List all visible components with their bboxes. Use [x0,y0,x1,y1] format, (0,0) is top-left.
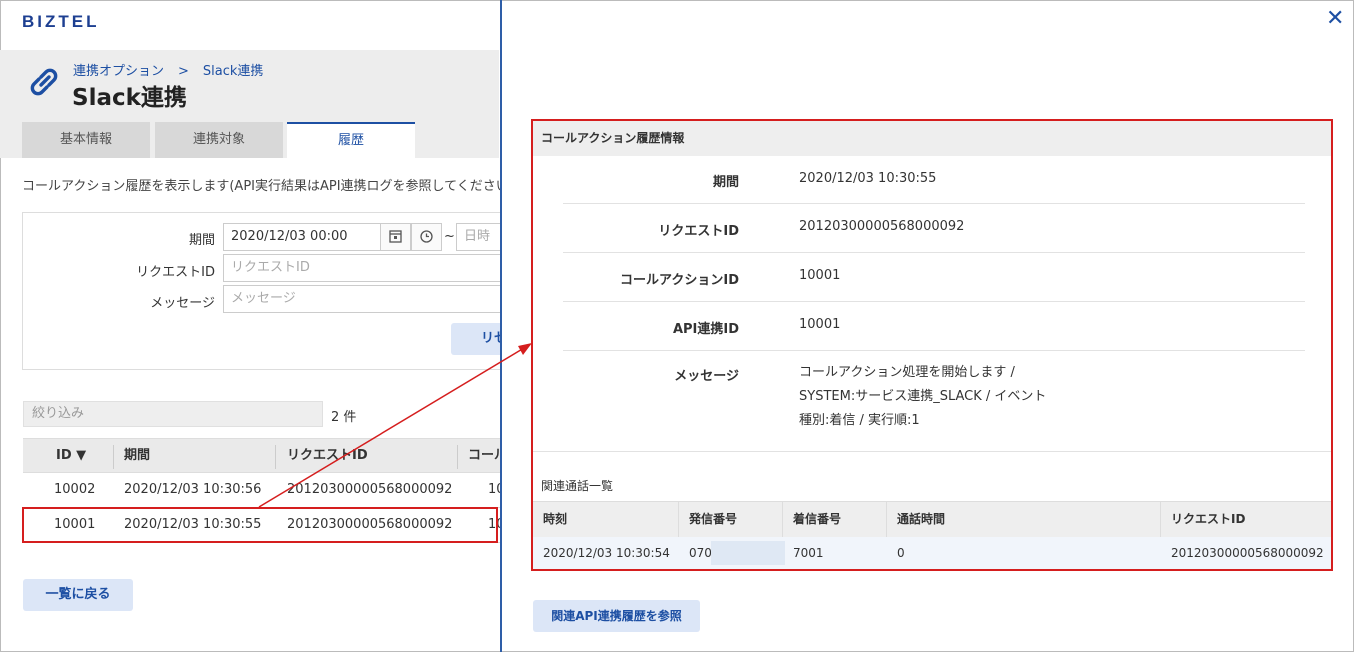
detail-row-api-id: API連携ID 10001 [563,302,1305,351]
column-divider [782,502,783,538]
detail-section-title: コールアクション履歴情報 [533,121,1331,156]
detail-value: 10001 [799,268,841,283]
calendar-button[interactable] [380,223,411,251]
table-header-row: ID ▼ 期間 リクエストID コール [23,438,513,473]
detail-row-message: メッセージ コールアクション処理を開始します / SYSTEM:サービス連携_S… [563,351,1305,451]
cell-duration: 0 [897,546,905,560]
detail-card: コールアクション履歴情報 期間 2020/12/03 10:30:55 リクエス… [531,119,1333,571]
narrow-filter-input[interactable]: 絞り込み [23,401,323,427]
column-divider [275,445,276,469]
back-to-list-button[interactable]: 一覧に戻る [23,579,133,611]
close-icon[interactable]: ✕ [1326,6,1344,31]
column-divider [1160,502,1161,538]
related-table-header: 時刻 発信番号 着信番号 通話時間 リクエストID [533,501,1331,538]
related-calls-title: 関連通話一覧 [541,479,614,493]
column-divider [678,502,679,538]
detail-key: リクエストID [658,224,739,239]
page-title: Slack連携 [72,85,187,111]
message-input[interactable]: メッセージ [223,285,513,313]
message-line: コールアクション処理を開始します / [799,365,1015,380]
detail-key: 期間 [712,175,739,190]
table-row[interactable]: 10002 2020/12/03 10:30:56 20120300000568… [23,473,513,508]
selected-row-highlight [22,507,498,543]
detail-key: コールアクションID [620,273,739,288]
column-header-time: 時刻 [543,512,568,526]
view-api-history-button[interactable]: 関連API連携履歴を参照 [533,600,700,632]
period-from-input[interactable]: 2020/12/03 00:00 [223,223,381,251]
column-header-id[interactable]: ID ▼ [56,439,86,473]
link-icon [30,68,58,96]
breadcrumb-link-options[interactable]: 連携オプション [73,64,164,79]
cell-callee: 7001 [793,546,824,560]
column-header-callee: 着信番号 [793,512,842,526]
detail-key: API連携ID [672,322,739,337]
message-line: 種別:着信 / 実行順:1 [799,413,920,428]
detail-value: 10001 [799,317,841,332]
related-table-row[interactable]: 2020/12/03 10:30:54 070 7001 0 201203000… [533,537,1331,569]
detail-row-call-action-id: コールアクションID 10001 [563,253,1305,302]
detail-key: メッセージ [674,369,739,384]
tab-history[interactable]: 履歴 [287,122,415,158]
breadcrumb-separator: > [178,64,189,79]
cell-id: 10002 [54,482,96,497]
detail-value: 20120300000568000092 [799,219,965,234]
detail-row-request-id: リクエストID 20120300000568000092 [563,204,1305,253]
redacted-number [711,541,785,565]
detail-value: 2020/12/03 10:30:55 [799,171,937,186]
period-tilde: ~ [444,229,455,244]
section-divider [533,451,1331,452]
column-divider [457,445,458,469]
breadcrumb: 連携オプション > Slack連携 [73,60,277,79]
cell-request-id: 20120300000568000092 [1171,546,1324,560]
column-divider [886,502,887,538]
detail-value: コールアクション処理を開始します / SYSTEM:サービス連携_SLACK /… [799,361,1046,433]
history-description: コールアクション履歴を表示します(API実行結果はAPI連携ログを参照してくださ… [22,179,514,194]
cell-time: 2020/12/03 10:30:54 [543,546,670,560]
column-divider [113,445,114,469]
message-label: メッセージ [150,296,215,311]
breadcrumb-current[interactable]: Slack連携 [203,64,264,79]
calendar-icon [389,230,402,243]
column-header-request-id[interactable]: リクエストID [287,439,368,473]
message-line: SYSTEM:サービス連携_SLACK / イベント [799,389,1047,404]
app-logo: BIZTEL [22,12,100,31]
tab-targets[interactable]: 連携対象 [155,122,283,158]
result-count: 2 件 [331,410,357,425]
cell-caller: 070 [689,546,712,560]
clock-icon [420,230,433,243]
time-button[interactable] [411,223,442,251]
detail-row-period: 期間 2020/12/03 10:30:55 [563,156,1305,204]
column-header-duration: 通話時間 [897,512,946,526]
request-id-label: リクエストID [136,265,215,280]
column-header-period[interactable]: 期間 [124,439,150,473]
column-header-caller: 発信番号 [689,512,738,526]
tab-basic-info[interactable]: 基本情報 [22,122,150,158]
period-label: 期間 [188,233,215,248]
cell-request-id: 20120300000568000092 [287,482,453,497]
request-id-input[interactable]: リクエストID [223,254,513,282]
column-header-request-id: リクエストID [1171,512,1246,526]
cell-period: 2020/12/03 10:30:56 [124,482,262,497]
